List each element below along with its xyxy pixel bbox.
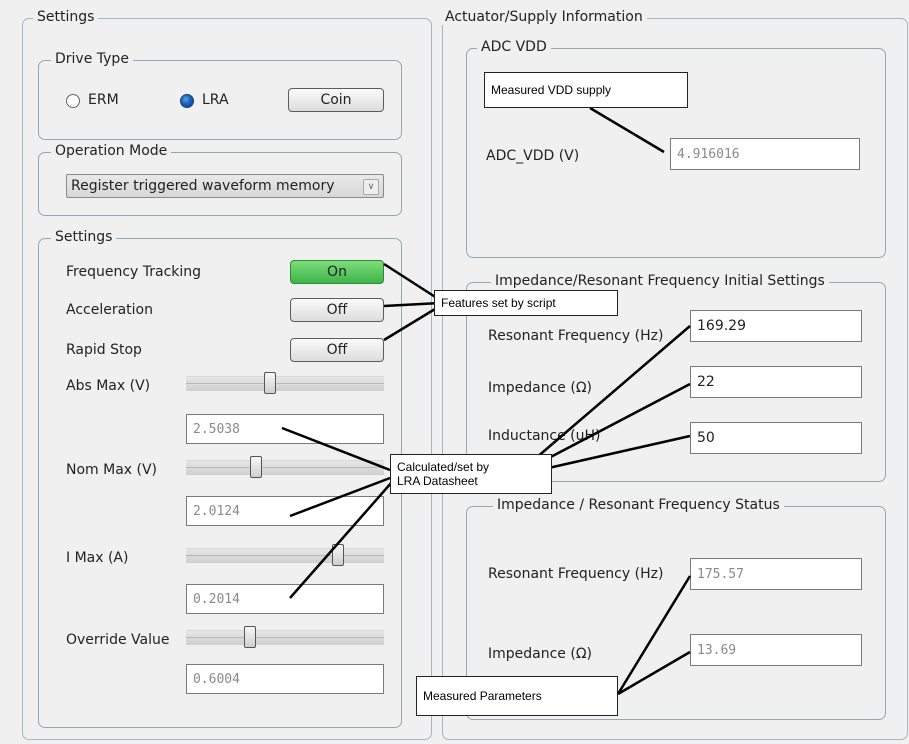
callout-vdd: Measured VDD supply	[484, 72, 688, 108]
callout-lines	[281, 106, 692, 696]
callout-lra: Calculated/set by LRA Datasheet	[390, 454, 552, 494]
callout-lra-line2: LRA Datasheet	[397, 474, 478, 488]
callout-measured: Measured Parameters	[416, 676, 618, 716]
callout-features: Features set by script	[434, 290, 618, 316]
callout-lra-line1: Calculated/set by	[397, 460, 490, 474]
